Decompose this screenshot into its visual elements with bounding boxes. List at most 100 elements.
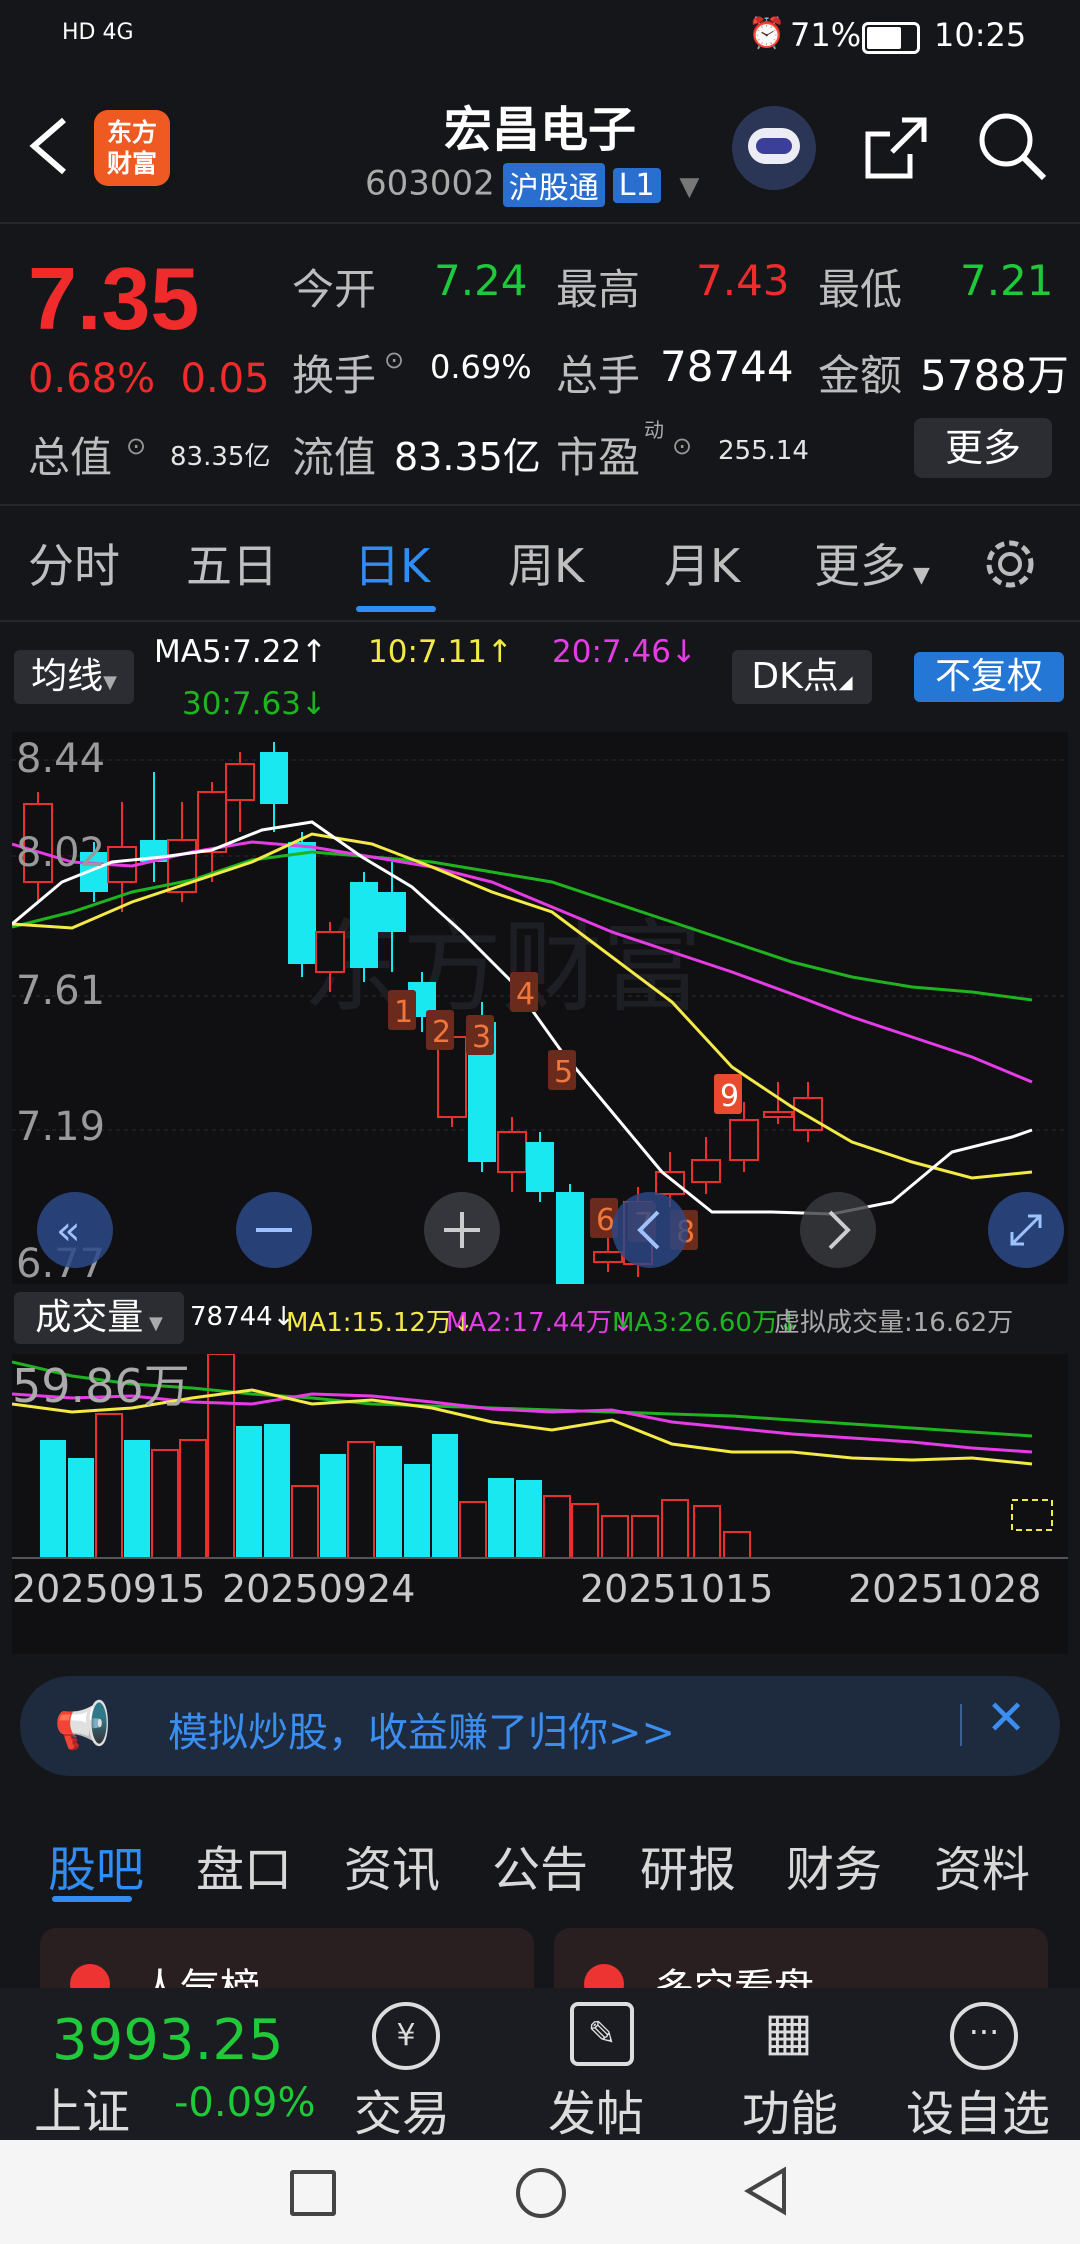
open-label: 今开	[292, 265, 377, 314]
svg-text:1: 1	[394, 995, 413, 1030]
robot-assistant-icon[interactable]	[732, 106, 816, 190]
function-button[interactable]: ▦ 功能	[718, 1988, 868, 2142]
tab-more[interactable]: 更多 ▼	[814, 530, 930, 596]
promo-banner[interactable]: 📢 模拟炒股，收益赚了归你>> ✕	[20, 1676, 1060, 1776]
chevron-down-icon: ▼	[679, 171, 700, 202]
signal-marker-5: 5	[548, 1050, 576, 1090]
volume-bar	[631, 1515, 659, 1559]
settings-gear-icon[interactable]	[980, 534, 1040, 594]
current-price: 7.35	[28, 249, 200, 348]
ma30-legend: 30:7.63↓	[182, 686, 327, 722]
volume-bar	[516, 1480, 542, 1558]
volume-value: 78744	[660, 342, 794, 391]
zoom-in-button[interactable]	[424, 1192, 500, 1268]
fullscreen-button[interactable]	[988, 1192, 1064, 1268]
y-tick-label: 7.61	[16, 968, 105, 1014]
add-watchlist-button[interactable]: ··· 设自选	[900, 1988, 1080, 2142]
share-icon[interactable]	[862, 114, 930, 182]
dk-point-button[interactable]: DK点◢	[732, 650, 872, 704]
index-name[interactable]: 上证	[34, 2072, 130, 2142]
volume-bar	[207, 1354, 235, 1559]
high-value: 7.43	[696, 256, 790, 305]
index-change: -0.09%	[174, 2080, 316, 2126]
system-nav-bar	[0, 2140, 1080, 2244]
megaphone-icon: 📢	[54, 1698, 112, 1752]
candle	[526, 1132, 554, 1202]
volume-bar	[432, 1434, 458, 1558]
virtual-volume: 虚拟成交量:16.62万	[774, 1308, 1014, 1338]
svg-text:4: 4	[516, 977, 535, 1012]
edit-icon: ✎	[570, 2002, 634, 2066]
more-dots-icon: ···	[950, 2002, 1018, 2070]
tab-weekly-k[interactable]: 周K	[508, 530, 584, 596]
pe-label: 市盈	[556, 433, 641, 482]
pe-dynamic-sup: 动	[644, 418, 664, 442]
volume-indicator-button[interactable]: 成交量 ▼	[14, 1292, 184, 1344]
tab-intraday[interactable]: 分时	[28, 530, 120, 596]
signal-marker-3: 3	[466, 1015, 494, 1055]
info-icon[interactable]: ⊙	[126, 432, 146, 460]
tab-daily-k[interactable]: 日K	[354, 530, 430, 596]
volume-bar	[571, 1503, 599, 1559]
recent-apps-icon[interactable]	[290, 2170, 336, 2216]
trade-button[interactable]: ¥ 交易	[330, 1988, 480, 2142]
network-indicator: HD 4G	[62, 20, 134, 45]
y-tick-label: 8.44	[16, 736, 105, 782]
info-icon[interactable]: ⊙	[384, 346, 404, 374]
kline-chart[interactable]: 东方财富 123456789 8.448.027.617.196.77 «	[12, 732, 1068, 1284]
volume-bar	[68, 1458, 94, 1558]
search-icon[interactable]	[976, 110, 1048, 182]
tab-forum[interactable]: 股吧	[48, 1830, 144, 1900]
ma-toggle-button[interactable]: 均线▼	[14, 650, 134, 704]
tab-research[interactable]: 研报	[640, 1830, 736, 1900]
volume-current: 78744↓	[190, 1302, 295, 1332]
price-change: 0.68% 0.05	[28, 356, 270, 402]
info-icon[interactable]: ⊙	[672, 432, 692, 460]
low-label: 最低	[818, 265, 903, 314]
svg-text:2: 2	[432, 1015, 451, 1050]
volume-label: 总手	[556, 351, 641, 400]
float-cap-value: 83.35亿	[394, 435, 541, 479]
volume-bar	[488, 1478, 514, 1558]
tab-announcements[interactable]: 公告	[492, 1830, 588, 1900]
scroll-left-button[interactable]: «	[37, 1192, 113, 1268]
yen-icon: ¥	[372, 2002, 440, 2070]
clock: 10:25	[934, 16, 1027, 54]
adjust-button[interactable]: 不复权	[914, 652, 1064, 702]
status-bar: HD 4G ⏰ 71% 10:25	[0, 0, 1080, 72]
close-icon[interactable]: ✕	[986, 1690, 1026, 1746]
tab-monthly-k[interactable]: 月K	[664, 530, 740, 596]
volume-chart[interactable]: 59.86万 20250915 20250924 20251015 20251028	[12, 1354, 1068, 1654]
battery-icon	[862, 22, 920, 54]
volume-bar	[264, 1424, 290, 1558]
pan-left-button[interactable]	[612, 1192, 688, 1268]
home-icon[interactable]	[516, 2168, 566, 2218]
y-tick-label: 8.02	[16, 830, 105, 876]
stock-code: 603002	[365, 163, 495, 204]
volume-bar	[459, 1501, 487, 1559]
stock-code-row[interactable]: 603002 沪股通 L1 ▼	[365, 163, 699, 207]
svg-text:5: 5	[554, 1055, 573, 1090]
post-button[interactable]: ✎ 发帖	[524, 1988, 674, 2142]
battery-percent: 71%	[790, 16, 862, 54]
active-tab-indicator	[356, 606, 436, 612]
pan-right-button[interactable]	[800, 1192, 876, 1268]
volume-bar	[291, 1485, 319, 1559]
volume-bar	[179, 1439, 207, 1559]
ma10-legend: 10:7.11↑	[368, 634, 513, 670]
tab-five-day[interactable]: 五日	[186, 530, 278, 596]
tab-news[interactable]: 资讯	[344, 1830, 440, 1900]
index-value[interactable]: 3993.25	[52, 2008, 284, 2073]
date-label: 20250924	[222, 1567, 415, 1611]
banner-text: 模拟炒股，收益赚了归你>>	[168, 1710, 676, 1756]
change-amount: 0.05	[180, 356, 270, 402]
grid-icon: ▦	[764, 2002, 814, 2062]
level-tag: L1	[612, 167, 661, 203]
tab-profile[interactable]: 资料	[934, 1830, 1030, 1900]
tab-financials[interactable]: 财务	[786, 1830, 882, 1900]
back-nav-icon[interactable]	[744, 2166, 788, 2216]
svg-text:3: 3	[472, 1020, 491, 1055]
zoom-out-button[interactable]	[236, 1192, 312, 1268]
tab-order-book[interactable]: 盘口	[196, 1830, 292, 1900]
more-button[interactable]: 更多	[914, 418, 1052, 478]
